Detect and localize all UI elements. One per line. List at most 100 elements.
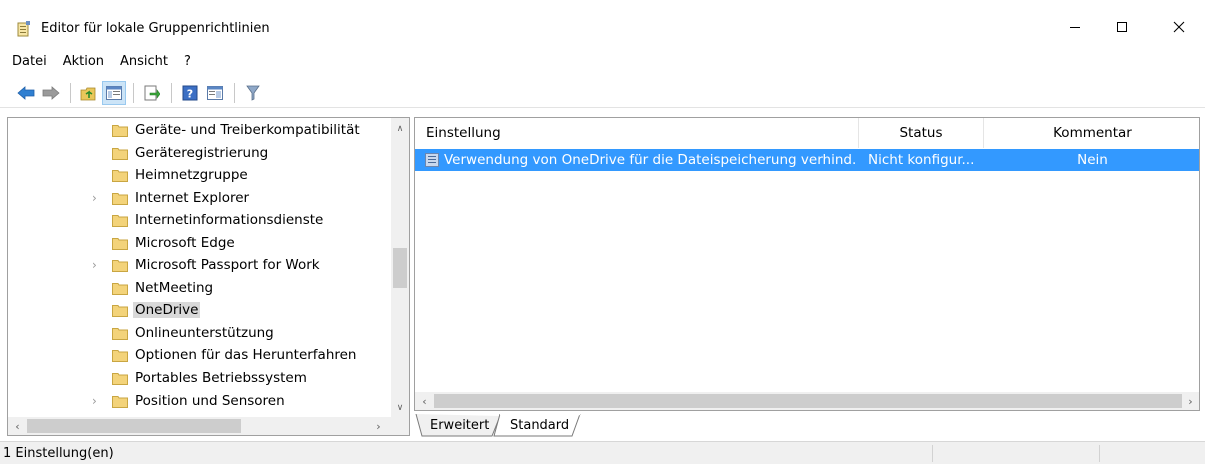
cell-status: Nicht konfigur... <box>868 152 975 168</box>
folder-icon <box>112 215 128 227</box>
list-header: Einstellung Status Kommentar <box>415 118 1199 148</box>
scroll-thumb[interactable] <box>27 419 241 433</box>
up-folder-button[interactable] <box>77 81 101 105</box>
policy-editor-icon <box>17 21 30 37</box>
folder-icon <box>112 170 128 182</box>
tree-item-label: Heimnetzgruppe <box>135 167 248 183</box>
settings-list[interactable]: Einstellung Status Kommentar Verwendung … <box>414 117 1200 411</box>
toolbar-separator <box>234 82 235 103</box>
tree-item-label: Portables Betriebssystem <box>135 370 307 386</box>
category-tree[interactable]: Geräte- und Treiberkompatibilität Geräte… <box>7 117 410 436</box>
extended-view-button[interactable] <box>203 81 227 105</box>
column-header-setting[interactable]: Einstellung <box>415 118 859 148</box>
export-list-icon <box>144 85 160 100</box>
scroll-down-icon[interactable]: ∨ <box>391 399 409 416</box>
tree-horizontal-scrollbar[interactable]: ‹ › <box>8 417 409 435</box>
folder-icon <box>112 328 128 340</box>
show-hide-tree-icon <box>106 85 122 100</box>
forward-button[interactable] <box>39 81 63 105</box>
toolbar-separator <box>133 82 134 103</box>
tree-item-label: Microsoft Edge <box>135 235 235 251</box>
column-header-status[interactable]: Status <box>859 118 984 148</box>
tree-item[interactable]: Optionen für das Herunterfahren <box>8 345 388 367</box>
close-icon <box>1173 21 1185 33</box>
toolbar-separator <box>171 82 172 103</box>
folder-icon <box>112 238 128 250</box>
filter-icon <box>246 85 260 101</box>
menu-bar: Datei Aktion Ansicht ? <box>0 50 198 72</box>
back-icon <box>17 85 35 100</box>
menu-ansicht[interactable]: Ansicht <box>111 50 175 72</box>
forward-icon <box>42 85 60 100</box>
folder-icon <box>112 305 128 317</box>
tree-item[interactable]: Geräteregistrierung <box>8 143 388 165</box>
help-button[interactable]: ? <box>178 81 202 105</box>
tree-item-label: Microsoft Passport for Work <box>135 257 320 273</box>
tree-item-label: Position und Sensoren <box>135 393 285 409</box>
tree-item[interactable]: Portables Betriebssystem <box>8 368 388 390</box>
tree-item-selected[interactable]: OneDrive <box>8 300 388 322</box>
toolbar-separator <box>70 82 71 103</box>
back-button[interactable] <box>14 81 38 105</box>
extended-view-icon <box>207 85 223 100</box>
tree-item[interactable]: Heimnetzgruppe <box>8 165 388 187</box>
scroll-up-icon[interactable]: ∧ <box>391 120 409 137</box>
tree-item[interactable]: NetMeeting <box>8 278 388 300</box>
menu-datei[interactable]: Datei <box>0 50 54 72</box>
tree-item[interactable]: › Microsoft Passport for Work <box>8 255 388 277</box>
scroll-left-icon[interactable]: ‹ <box>9 417 26 435</box>
tab-extended[interactable]: Erweitert <box>414 414 500 438</box>
close-button[interactable] <box>1156 12 1202 42</box>
tab-standard[interactable]: Standard <box>492 414 584 438</box>
folder-icon <box>112 396 128 408</box>
cell-comment: Nein <box>1077 152 1108 168</box>
tree-item[interactable]: Geräte- und Treiberkompatibilität <box>8 120 388 142</box>
filter-button[interactable] <box>241 81 265 105</box>
folder-icon <box>112 260 128 272</box>
tab-standard-label: Standard <box>510 418 570 433</box>
tree-item[interactable]: Internetinformationsdienste <box>8 210 388 232</box>
status-bar: 1 Einstellung(en) <box>0 441 1205 464</box>
tree-item-label: Optionen für das Herunterfahren <box>135 347 357 363</box>
list-horizontal-scrollbar[interactable]: ‹ › <box>415 392 1199 410</box>
tree-item[interactable]: › Internet Explorer <box>8 188 388 210</box>
expand-chevron-icon[interactable]: › <box>92 192 102 204</box>
maximize-button[interactable] <box>1099 12 1145 42</box>
tree-vertical-scrollbar[interactable]: ∧ ∨ <box>391 118 409 417</box>
tree-item-label: NetMeeting <box>135 280 214 296</box>
tree-item-label: Internetinformationsdienste <box>135 212 324 228</box>
status-text: 1 Einstellung(en) <box>3 446 114 461</box>
folder-icon <box>112 148 128 160</box>
tree-item-label: Internet Explorer <box>135 190 250 206</box>
folder-icon <box>112 193 128 205</box>
window-title: Editor für lokale Gruppenrichtlinien <box>41 21 270 36</box>
menu-aktion[interactable]: Aktion <box>54 50 111 72</box>
scroll-thumb[interactable] <box>434 394 1182 408</box>
tree-item[interactable]: Onlineunterstützung <box>8 323 388 345</box>
tree-item-label: Geräte- und Treiberkompatibilität <box>135 122 360 138</box>
column-header-comment[interactable]: Kommentar <box>984 118 1199 148</box>
show-hide-tree-button[interactable] <box>102 80 126 105</box>
scroll-right-icon[interactable]: › <box>370 417 387 435</box>
folder-icon <box>112 350 128 362</box>
expand-chevron-icon[interactable]: › <box>92 259 102 271</box>
tree-item-label: Onlineunterstützung <box>135 325 274 341</box>
scroll-right-icon[interactable]: › <box>1182 392 1199 410</box>
toolbar: ? <box>0 78 1205 108</box>
tree-item[interactable]: › Position und Sensoren <box>8 391 388 413</box>
cell-setting: Verwendung von OneDrive für die Dateispe… <box>444 152 857 168</box>
up-folder-icon <box>80 87 96 100</box>
expand-chevron-icon[interactable]: › <box>92 395 102 407</box>
folder-icon <box>112 125 128 137</box>
minimize-button[interactable] <box>1052 12 1098 42</box>
menu-help[interactable]: ? <box>175 50 198 72</box>
tree-item-label: OneDrive <box>133 302 201 318</box>
tree-item-label: Geräteregistrierung <box>135 145 269 161</box>
table-row[interactable]: Verwendung von OneDrive für die Dateispe… <box>415 149 1199 171</box>
maximize-icon <box>1117 22 1127 32</box>
scroll-left-icon[interactable]: ‹ <box>416 392 433 410</box>
tree-item[interactable]: Microsoft Edge <box>8 233 388 255</box>
export-list-button[interactable] <box>140 81 164 105</box>
svg-text:?: ? <box>187 87 193 100</box>
scroll-thumb[interactable] <box>393 248 407 288</box>
